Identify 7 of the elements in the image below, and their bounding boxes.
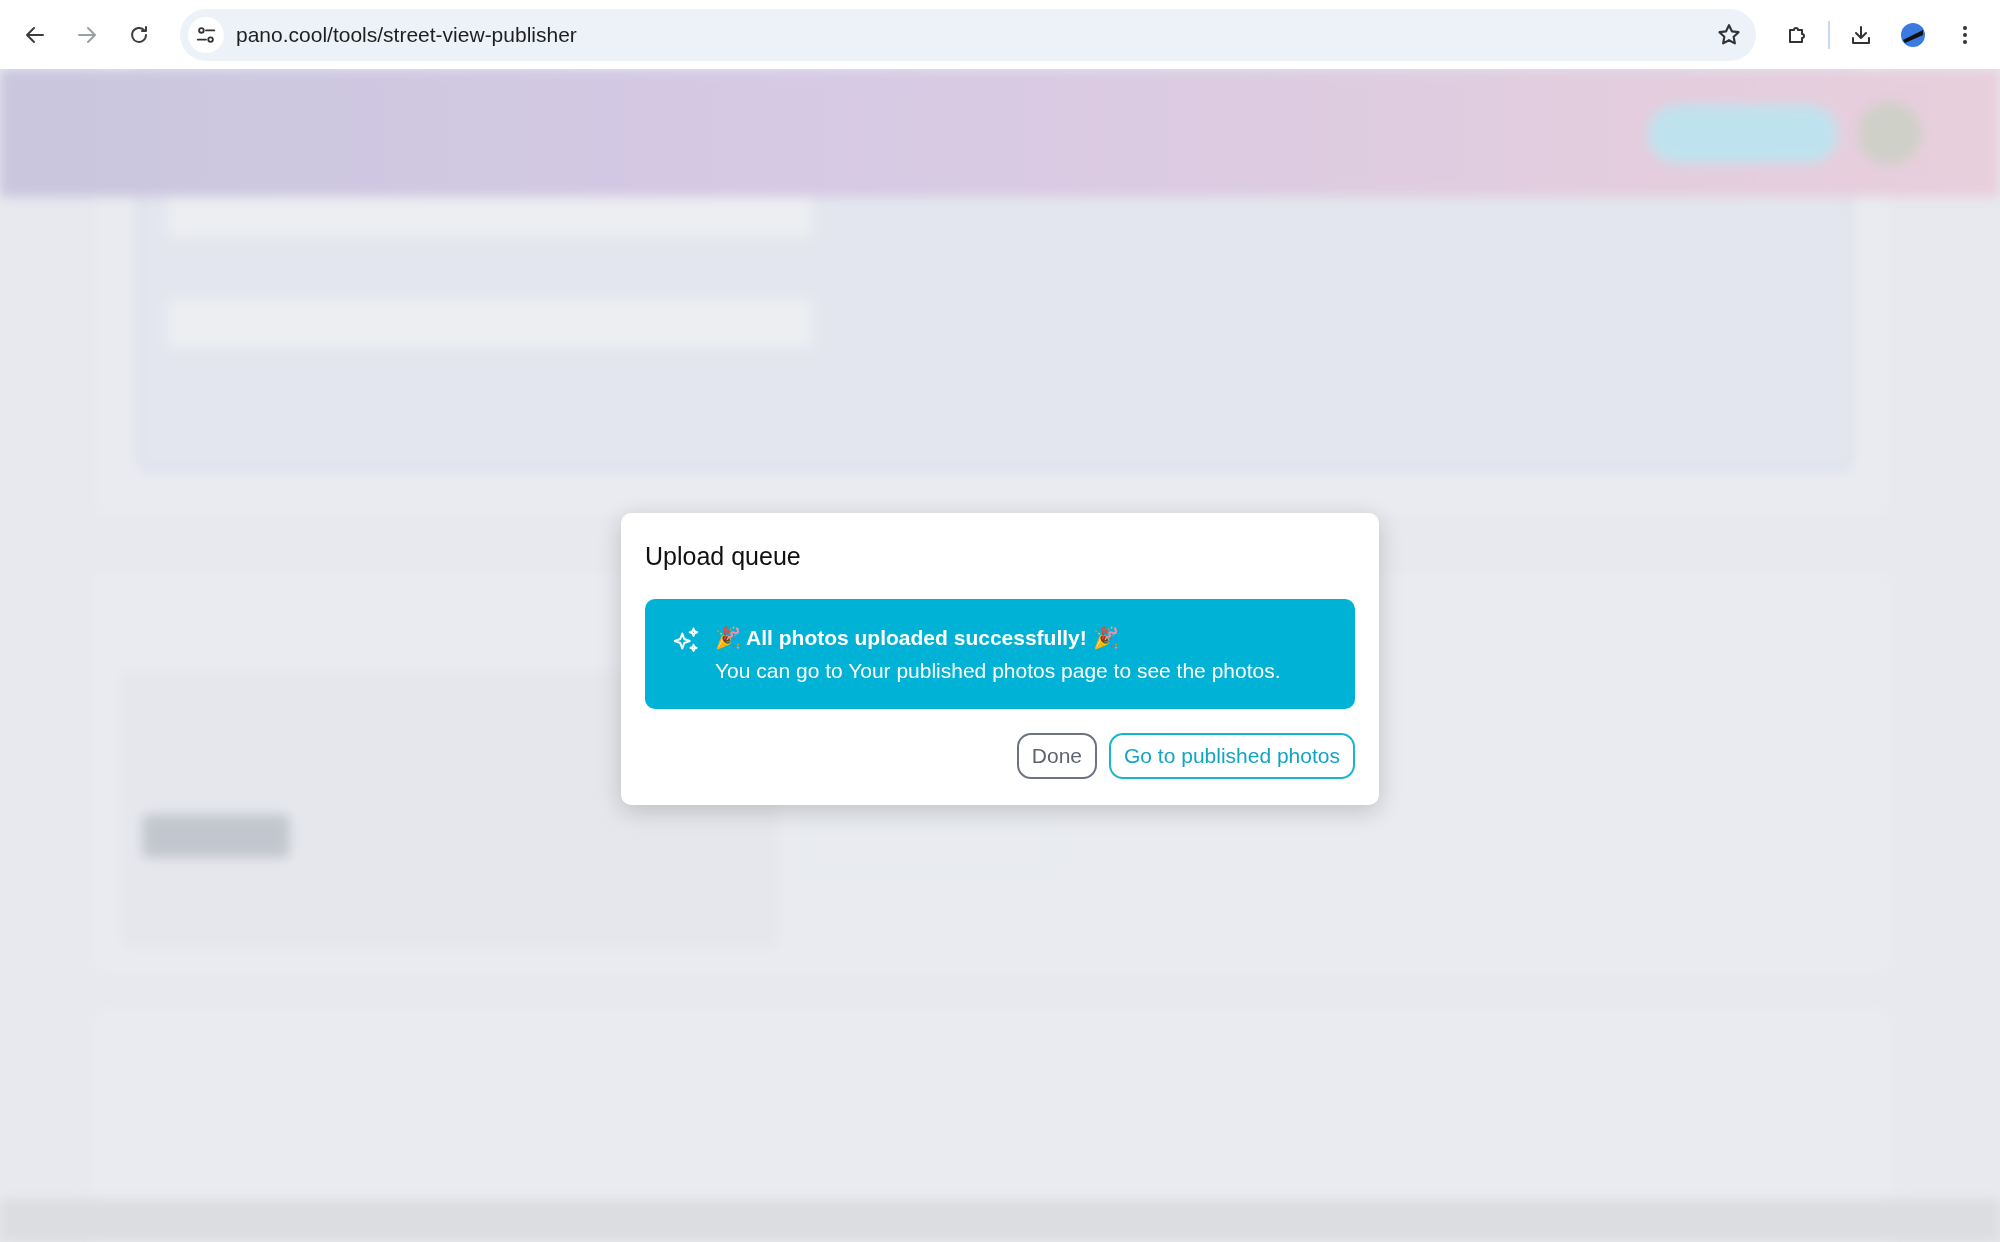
- alert-message: You can go to Your published photos page to see the photos.: [715, 658, 1281, 684]
- alert-heading: 🎉 All photos uploaded successfully! 🎉: [715, 625, 1120, 652]
- dialog-title: Upload queue: [645, 541, 802, 571]
- address-bar[interactable]: pano.cool/tools/street-view-publisher: [180, 8, 1756, 61]
- url-text: pano.cool/tools/street-view-publisher: [236, 21, 578, 48]
- site-settings-icon[interactable]: [188, 16, 224, 53]
- done-button[interactable]: Done: [1016, 733, 1097, 779]
